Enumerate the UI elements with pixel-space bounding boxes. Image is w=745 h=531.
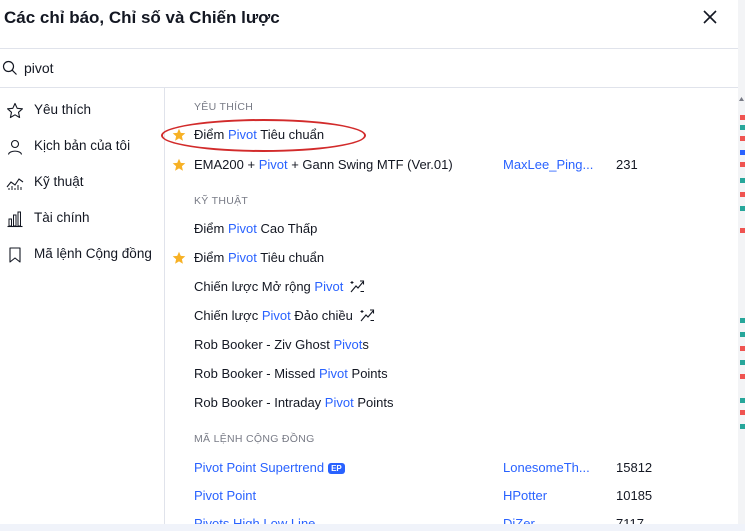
list-item[interactable]: Pivot Point Supertrend EP LonesomeTh... 1…: [165, 454, 738, 482]
section-title-favorites: YÊU THÍCH: [194, 101, 254, 113]
background-marker: [740, 125, 745, 130]
item-name: Điểm Pivot Tiêu chuẩn: [194, 127, 325, 142]
chart-line-icon: [6, 178, 24, 190]
list-item[interactable]: Điểm Pivot Tiêu chuẩn: [165, 244, 738, 272]
background-marker: [740, 374, 745, 379]
sidebar-item-label: Kỹ thuật: [34, 174, 84, 189]
search-icon: [2, 60, 18, 76]
item-name: Pivot Point: [194, 488, 257, 503]
star-outline-icon: [7, 102, 23, 119]
background-marker: [740, 192, 745, 197]
list-item[interactable]: Chiến lược Pivot Đảo chiều: [165, 302, 738, 330]
sidebar-item-label: Tài chính: [34, 210, 90, 225]
category-sidebar: Yêu thích Kịch bản của tôi Kỹ thuật Tài …: [0, 87, 165, 531]
search-bar: [0, 48, 738, 88]
bar-chart-icon: [7, 211, 23, 228]
strategy-icon: [350, 280, 365, 293]
star-filled-icon[interactable]: [172, 158, 186, 172]
list-item[interactable]: Điểm Pivot Cao Thấp: [165, 215, 738, 243]
author-link[interactable]: HPotter: [503, 488, 547, 503]
sidebar-item-financials[interactable]: Tài chính: [0, 201, 164, 235]
list-item[interactable]: Rob Booker - Ziv Ghost Pivots: [165, 331, 738, 359]
author-link[interactable]: MaxLee_Ping...: [503, 157, 593, 172]
section-title-community: MÃ LỆNH CỘNG ĐỒNG: [194, 433, 315, 445]
scroll-up-icon[interactable]: [738, 90, 745, 101]
background-marker: [740, 410, 745, 415]
indicators-dialog: Các chỉ báo, Chỉ số và Chiến lược Yêu th…: [0, 0, 738, 531]
list-item[interactable]: Pivot Point HPotter 10185: [165, 482, 738, 510]
background-marker: [740, 162, 745, 167]
background-marker: [740, 228, 745, 233]
background-timeline-edge: [0, 524, 745, 531]
search-input[interactable]: [24, 57, 624, 79]
sidebar-item-favorites[interactable]: Yêu thích: [0, 93, 164, 127]
item-name: Rob Booker - Missed Pivot Points: [194, 366, 388, 381]
sidebar-item-label: Yêu thích: [34, 102, 92, 117]
item-name: Điểm Pivot Cao Thấp: [194, 221, 318, 236]
dialog-header: Các chỉ báo, Chỉ số và Chiến lược: [0, 0, 738, 48]
item-name: EMA200 + Pivot + Gann Swing MTF (Ver.01): [194, 157, 453, 172]
strategy-icon: [360, 309, 374, 322]
sidebar-item-community[interactable]: Mã lệnh Cộng đồng: [0, 237, 164, 271]
bookmark-icon: [9, 247, 21, 263]
item-name: Chiến lược Pivot Đảo chiều: [194, 308, 375, 323]
star-filled-icon[interactable]: [172, 128, 186, 142]
list-item[interactable]: Điểm Pivot Tiêu chuẩn: [165, 121, 738, 149]
background-marker: [740, 332, 745, 337]
background-marker: [740, 206, 745, 211]
background-marker: [740, 136, 745, 141]
item-name: Pivot Point Supertrend EP: [194, 460, 345, 475]
sidebar-item-label: Mã lệnh Cộng đồng: [34, 246, 152, 261]
list-item[interactable]: Rob Booker - Intraday Pivot Points: [165, 389, 738, 417]
item-name: Rob Booker - Intraday Pivot Points: [194, 395, 394, 410]
item-name: Điểm Pivot Tiêu chuẩn: [194, 250, 325, 265]
background-marker: [740, 360, 745, 365]
sidebar-item-label: Kịch bản của tôi: [34, 138, 131, 153]
item-name: Chiến lược Mở rộng Pivot: [194, 279, 365, 294]
background-marker: [740, 178, 745, 183]
likes-count: 10185: [616, 488, 653, 503]
sidebar-item-technical[interactable]: Kỹ thuật: [0, 165, 164, 199]
editors-pick-badge: EP: [328, 463, 345, 474]
list-item[interactable]: Rob Booker - Missed Pivot Points: [165, 360, 738, 388]
list-item[interactable]: Chiến lược Mở rộng Pivot: [165, 273, 738, 301]
background-marker: [740, 424, 745, 429]
author-link[interactable]: LonesomeTh...: [503, 460, 590, 475]
dialog-title: Các chỉ báo, Chỉ số và Chiến lược: [4, 8, 280, 27]
background-chart-edge: [738, 0, 745, 531]
sidebar-item-my-scripts[interactable]: Kịch bản của tôi: [0, 129, 164, 163]
section-title-technical: KỸ THUẬT: [194, 195, 249, 207]
user-icon: [7, 139, 23, 155]
background-marker: [740, 150, 745, 155]
likes-count: 231: [616, 157, 638, 172]
background-marker: [740, 115, 745, 120]
list-item[interactable]: EMA200 + Pivot + Gann Swing MTF (Ver.01)…: [165, 151, 738, 179]
close-icon[interactable]: [697, 4, 723, 30]
background-marker: [740, 318, 745, 323]
item-name: Rob Booker - Ziv Ghost Pivots: [194, 337, 369, 352]
likes-count: 15812: [616, 460, 653, 475]
background-marker: [740, 398, 745, 403]
results-list: YÊU THÍCH Điểm Pivot Tiêu chuẩn EMA200 +…: [165, 87, 738, 531]
star-filled-icon[interactable]: [172, 251, 186, 265]
background-marker: [740, 346, 745, 351]
